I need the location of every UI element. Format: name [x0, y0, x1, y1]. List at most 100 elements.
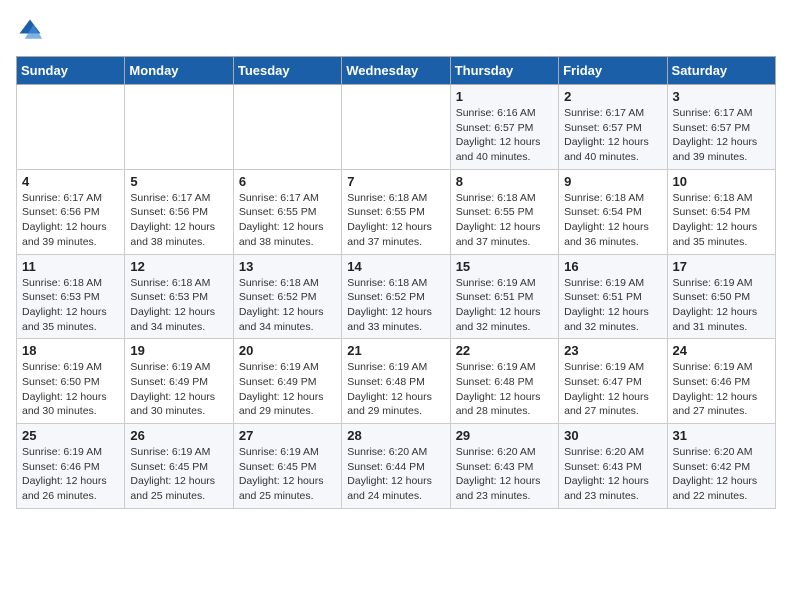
- logo: [16, 16, 48, 44]
- day-number: 5: [130, 174, 227, 189]
- day-number: 7: [347, 174, 444, 189]
- day-number: 1: [456, 89, 553, 104]
- day-number: 22: [456, 343, 553, 358]
- calendar-cell: 19 Sunrise: 6:19 AM Sunset: 6:49 PM Dayli…: [125, 339, 233, 424]
- calendar-cell: 28Sunrise: 6:20 AM Sunset: 6:44 PM Dayli…: [342, 424, 450, 509]
- day-number: 20: [239, 343, 336, 358]
- day-info: Sunrise: 6:18 AM Sunset: 6:55 PM Dayligh…: [347, 191, 444, 250]
- day-info: Sunrise: 6:19 AM Sunset: 6:50 PM Dayligh…: [22, 360, 119, 419]
- calendar-cell: 12 Sunrise: 6:18 AM Sunset: 6:53 PM Dayli…: [125, 254, 233, 339]
- calendar-cell: 7 Sunrise: 6:18 AM Sunset: 6:55 PM Daylig…: [342, 169, 450, 254]
- day-number: 14: [347, 259, 444, 274]
- day-info: Sunrise: 6:19 AM Sunset: 6:45 PM Dayligh…: [239, 445, 336, 504]
- calendar-cell: 23 Sunrise: 6:19 AM Sunset: 6:47 PM Dayli…: [559, 339, 667, 424]
- weekday-header-tuesday: Tuesday: [233, 57, 341, 85]
- calendar-cell: 6 Sunrise: 6:17 AM Sunset: 6:55 PM Daylig…: [233, 169, 341, 254]
- calendar-cell: [233, 85, 341, 170]
- calendar-cell: 26 Sunrise: 6:19 AM Sunset: 6:45 PM Dayli…: [125, 424, 233, 509]
- day-info: Sunrise: 6:17 AM Sunset: 6:57 PM Dayligh…: [673, 106, 770, 165]
- calendar-cell: 29Sunrise: 6:20 AM Sunset: 6:43 PM Dayli…: [450, 424, 558, 509]
- calendar-cell: 14 Sunrise: 6:18 AM Sunset: 6:52 PM Dayli…: [342, 254, 450, 339]
- calendar-cell: 5 Sunrise: 6:17 AM Sunset: 6:56 PM Daylig…: [125, 169, 233, 254]
- day-info: Sunrise: 6:18 AM Sunset: 6:54 PM Dayligh…: [564, 191, 661, 250]
- day-info: Sunrise: 6:19 AM Sunset: 6:46 PM Dayligh…: [22, 445, 119, 504]
- calendar-cell: 20 Sunrise: 6:19 AM Sunset: 6:49 PM Dayli…: [233, 339, 341, 424]
- calendar-cell: 4Sunrise: 6:17 AM Sunset: 6:56 PM Daylig…: [17, 169, 125, 254]
- calendar-cell: 13 Sunrise: 6:18 AM Sunset: 6:52 PM Dayli…: [233, 254, 341, 339]
- day-info: Sunrise: 6:19 AM Sunset: 6:51 PM Dayligh…: [564, 276, 661, 335]
- header: [16, 16, 776, 44]
- calendar-week-row: 25 Sunrise: 6:19 AM Sunset: 6:46 PM Dayli…: [17, 424, 776, 509]
- calendar-week-row: 18 Sunrise: 6:19 AM Sunset: 6:50 PM Dayli…: [17, 339, 776, 424]
- day-number: 23: [564, 343, 661, 358]
- weekday-header-thursday: Thursday: [450, 57, 558, 85]
- day-number: 3: [673, 89, 770, 104]
- weekday-header-monday: Monday: [125, 57, 233, 85]
- day-number: 21: [347, 343, 444, 358]
- day-number: 17: [673, 259, 770, 274]
- calendar-week-row: 11 Sunrise: 6:18 AM Sunset: 6:53 PM Dayli…: [17, 254, 776, 339]
- day-info: Sunrise: 6:19 AM Sunset: 6:46 PM Dayligh…: [673, 360, 770, 419]
- calendar-cell: [342, 85, 450, 170]
- day-info: Sunrise: 6:20 AM Sunset: 6:42 PM Dayligh…: [673, 445, 770, 504]
- day-number: 2: [564, 89, 661, 104]
- day-info: Sunrise: 6:19 AM Sunset: 6:51 PM Dayligh…: [456, 276, 553, 335]
- day-number: 15: [456, 259, 553, 274]
- calendar-cell: 24 Sunrise: 6:19 AM Sunset: 6:46 PM Dayli…: [667, 339, 775, 424]
- calendar-week-row: 1Sunrise: 6:16 AM Sunset: 6:57 PM Daylig…: [17, 85, 776, 170]
- day-info: Sunrise: 6:19 AM Sunset: 6:47 PM Dayligh…: [564, 360, 661, 419]
- day-number: 31: [673, 428, 770, 443]
- day-number: 11: [22, 259, 119, 274]
- day-info: Sunrise: 6:18 AM Sunset: 6:53 PM Dayligh…: [22, 276, 119, 335]
- calendar-cell: 21 Sunrise: 6:19 AM Sunset: 6:48 PM Dayli…: [342, 339, 450, 424]
- calendar-cell: 17 Sunrise: 6:19 AM Sunset: 6:50 PM Dayli…: [667, 254, 775, 339]
- calendar-cell: [125, 85, 233, 170]
- day-number: 6: [239, 174, 336, 189]
- calendar-body: 1Sunrise: 6:16 AM Sunset: 6:57 PM Daylig…: [17, 85, 776, 509]
- day-info: Sunrise: 6:19 AM Sunset: 6:49 PM Dayligh…: [239, 360, 336, 419]
- calendar-cell: 27 Sunrise: 6:19 AM Sunset: 6:45 PM Dayli…: [233, 424, 341, 509]
- day-number: 30: [564, 428, 661, 443]
- day-info: Sunrise: 6:18 AM Sunset: 6:53 PM Dayligh…: [130, 276, 227, 335]
- calendar-cell: 8 Sunrise: 6:18 AM Sunset: 6:55 PM Daylig…: [450, 169, 558, 254]
- day-number: 24: [673, 343, 770, 358]
- day-info: Sunrise: 6:19 AM Sunset: 6:49 PM Dayligh…: [130, 360, 227, 419]
- weekday-header-wednesday: Wednesday: [342, 57, 450, 85]
- day-number: 10: [673, 174, 770, 189]
- weekday-header-saturday: Saturday: [667, 57, 775, 85]
- day-info: Sunrise: 6:18 AM Sunset: 6:54 PM Dayligh…: [673, 191, 770, 250]
- calendar-cell: 16Sunrise: 6:19 AM Sunset: 6:51 PM Dayli…: [559, 254, 667, 339]
- day-info: Sunrise: 6:19 AM Sunset: 6:45 PM Dayligh…: [130, 445, 227, 504]
- calendar-cell: 30Sunrise: 6:20 AM Sunset: 6:43 PM Dayli…: [559, 424, 667, 509]
- day-info: Sunrise: 6:20 AM Sunset: 6:44 PM Dayligh…: [347, 445, 444, 504]
- day-number: 29: [456, 428, 553, 443]
- day-info: Sunrise: 6:19 AM Sunset: 6:50 PM Dayligh…: [673, 276, 770, 335]
- calendar-cell: [17, 85, 125, 170]
- day-info: Sunrise: 6:19 AM Sunset: 6:48 PM Dayligh…: [347, 360, 444, 419]
- day-number: 19: [130, 343, 227, 358]
- calendar-cell: 10 Sunrise: 6:18 AM Sunset: 6:54 PM Dayli…: [667, 169, 775, 254]
- day-info: Sunrise: 6:18 AM Sunset: 6:52 PM Dayligh…: [239, 276, 336, 335]
- day-info: Sunrise: 6:17 AM Sunset: 6:56 PM Dayligh…: [22, 191, 119, 250]
- day-number: 25: [22, 428, 119, 443]
- day-info: Sunrise: 6:18 AM Sunset: 6:55 PM Dayligh…: [456, 191, 553, 250]
- calendar-cell: 25 Sunrise: 6:19 AM Sunset: 6:46 PM Dayli…: [17, 424, 125, 509]
- calendar-cell: 18 Sunrise: 6:19 AM Sunset: 6:50 PM Dayli…: [17, 339, 125, 424]
- day-number: 12: [130, 259, 227, 274]
- day-number: 27: [239, 428, 336, 443]
- day-number: 13: [239, 259, 336, 274]
- calendar-cell: 31 Sunrise: 6:20 AM Sunset: 6:42 PM Dayli…: [667, 424, 775, 509]
- day-number: 18: [22, 343, 119, 358]
- calendar-header: SundayMondayTuesdayWednesdayThursdayFrid…: [17, 57, 776, 85]
- calendar-cell: 2 Sunrise: 6:17 AM Sunset: 6:57 PM Daylig…: [559, 85, 667, 170]
- calendar-cell: 3 Sunrise: 6:17 AM Sunset: 6:57 PM Daylig…: [667, 85, 775, 170]
- calendar-cell: 22Sunrise: 6:19 AM Sunset: 6:48 PM Dayli…: [450, 339, 558, 424]
- day-number: 8: [456, 174, 553, 189]
- weekday-header-friday: Friday: [559, 57, 667, 85]
- day-info: Sunrise: 6:17 AM Sunset: 6:56 PM Dayligh…: [130, 191, 227, 250]
- day-info: Sunrise: 6:18 AM Sunset: 6:52 PM Dayligh…: [347, 276, 444, 335]
- calendar-cell: 1Sunrise: 6:16 AM Sunset: 6:57 PM Daylig…: [450, 85, 558, 170]
- day-number: 26: [130, 428, 227, 443]
- day-info: Sunrise: 6:17 AM Sunset: 6:57 PM Dayligh…: [564, 106, 661, 165]
- day-info: Sunrise: 6:17 AM Sunset: 6:55 PM Dayligh…: [239, 191, 336, 250]
